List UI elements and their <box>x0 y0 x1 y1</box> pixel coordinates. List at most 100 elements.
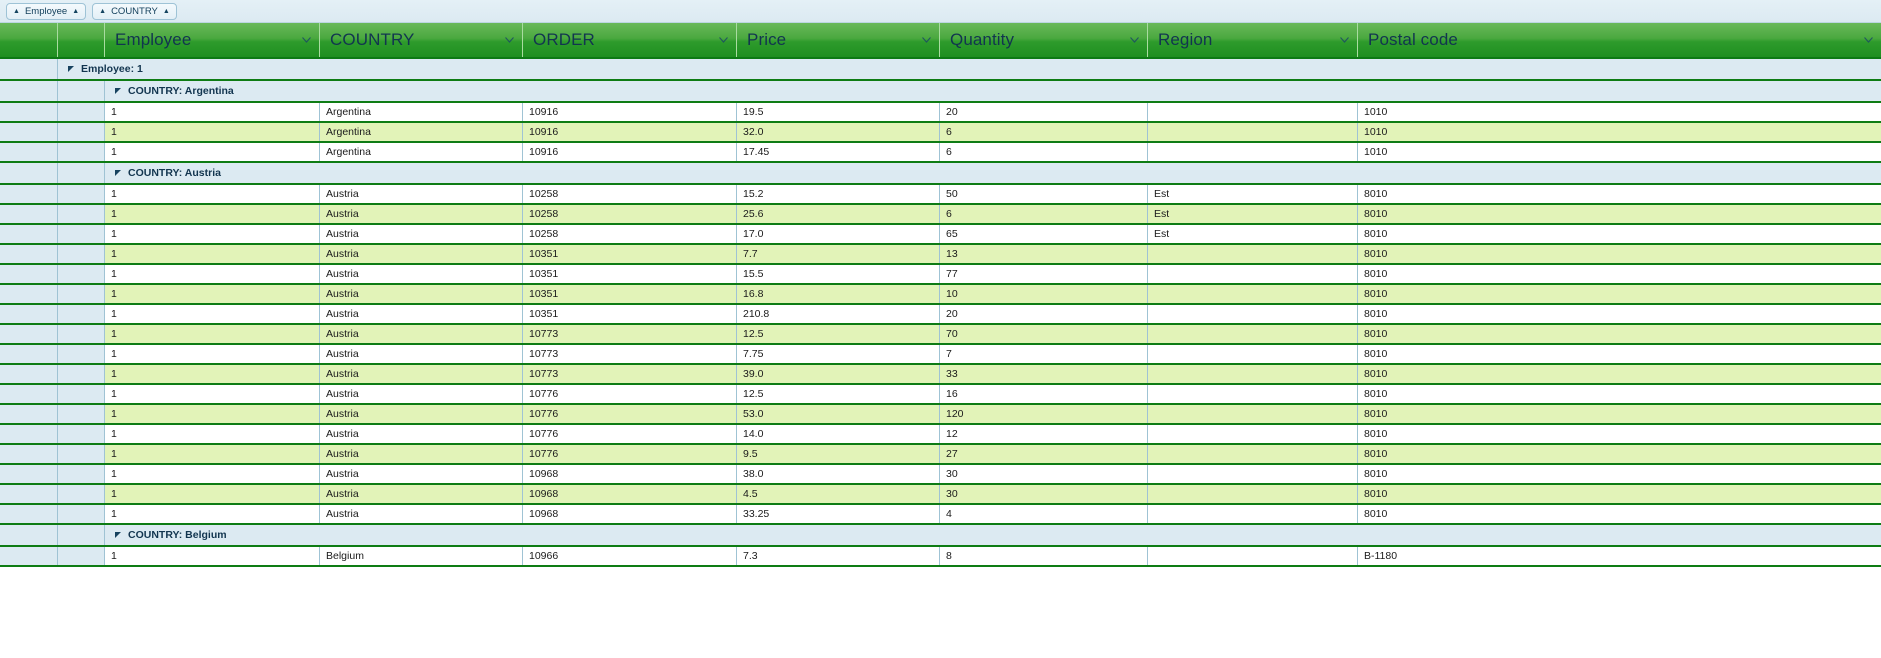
table-cell-employee: 1 <box>105 547 320 565</box>
table-row[interactable]: 1 Austria 10773 7.75 7 8010 <box>0 345 1881 365</box>
table-row[interactable]: 1 Austria 10968 38.0 30 8010 <box>0 465 1881 485</box>
table-cell-employee: 1 <box>105 505 320 523</box>
table-cell-employee: 1 <box>105 123 320 141</box>
table-cell-postal_code: 8010 <box>1358 465 1881 483</box>
table-row[interactable]: 1 Austria 10351 7.7 13 8010 <box>0 245 1881 265</box>
row-indent-cell <box>58 425 105 443</box>
table-row[interactable]: 1 Austria 10776 9.5 27 8010 <box>0 445 1881 465</box>
table-row[interactable]: 1 Austria 10776 14.0 12 8010 <box>0 425 1881 445</box>
group-header-row[interactable]: Employee: 1 <box>0 59 1881 81</box>
group-indent-cell <box>58 163 105 183</box>
table-cell-employee: 1 <box>105 465 320 483</box>
column-header-region[interactable]: Region <box>1148 23 1358 57</box>
table-cell-postal_code: B-1180 <box>1358 547 1881 565</box>
collapse-triangle-icon[interactable] <box>115 532 121 538</box>
table-row[interactable]: 1 Argentina 10916 17.45 6 1010 <box>0 143 1881 163</box>
table-cell-employee: 1 <box>105 425 320 443</box>
table-cell-quantity: 8 <box>940 547 1148 565</box>
table-cell-country: Austria <box>320 245 523 263</box>
chevron-down-icon[interactable] <box>1130 37 1139 43</box>
table-cell-country: Austria <box>320 225 523 243</box>
chevron-down-icon[interactable] <box>505 37 514 43</box>
table-cell-postal_code: 8010 <box>1358 485 1881 503</box>
table-cell-country: Austria <box>320 345 523 363</box>
table-cell-region <box>1148 505 1358 523</box>
table-row[interactable]: 1 Austria 10351 210.8 20 8010 <box>0 305 1881 325</box>
column-header-label: COUNTRY <box>330 30 415 49</box>
table-row[interactable]: 1 Austria 10776 12.5 16 8010 <box>0 385 1881 405</box>
column-header-postal_code[interactable]: Postal code <box>1358 23 1881 57</box>
table-cell-price: 7.7 <box>737 245 940 263</box>
table-cell-region: Est <box>1148 225 1358 243</box>
column-header-order[interactable]: ORDER <box>523 23 737 57</box>
table-cell-price: 4.5 <box>737 485 940 503</box>
group-header-row[interactable]: COUNTRY: Argentina <box>0 81 1881 103</box>
table-cell-postal_code: 8010 <box>1358 305 1881 323</box>
table-cell-region <box>1148 265 1358 283</box>
collapse-triangle-icon[interactable] <box>68 66 74 72</box>
table-cell-country: Austria <box>320 425 523 443</box>
sort-asc-icon[interactable]: ▲ <box>13 8 20 15</box>
chevron-down-icon[interactable] <box>922 37 931 43</box>
table-row[interactable]: 1 Austria 10258 17.0 65 Est 8010 <box>0 225 1881 245</box>
table-row[interactable]: 1 Austria 10968 4.5 30 8010 <box>0 485 1881 505</box>
chevron-down-icon[interactable] <box>1864 37 1873 43</box>
table-row[interactable]: 1 Austria 10351 15.5 77 8010 <box>0 265 1881 285</box>
column-header-quantity[interactable]: Quantity <box>940 23 1148 57</box>
sort-asc-icon[interactable]: ▲ <box>72 8 79 15</box>
column-header-gutter-0[interactable] <box>0 23 58 57</box>
sort-asc-icon[interactable]: ▲ <box>99 8 106 15</box>
table-cell-country: Argentina <box>320 143 523 161</box>
table-cell-postal_code: 8010 <box>1358 185 1881 203</box>
row-indent-cell <box>0 185 58 203</box>
table-cell-employee: 1 <box>105 345 320 363</box>
table-row[interactable]: 1 Austria 10258 15.2 50 Est 8010 <box>0 185 1881 205</box>
table-cell-order: 10258 <box>523 185 737 203</box>
chevron-down-icon[interactable] <box>1340 37 1349 43</box>
table-row[interactable]: 1 Belgium 10966 7.3 8 B-1180 <box>0 547 1881 567</box>
group-by-chip-country[interactable]: ▲ COUNTRY ▲ <box>92 2 177 20</box>
group-header-toggle[interactable]: COUNTRY: Belgium <box>105 525 1881 545</box>
table-row[interactable]: 1 Austria 10968 33.25 4 8010 <box>0 505 1881 525</box>
table-cell-order: 10966 <box>523 547 737 565</box>
table-cell-price: 17.45 <box>737 143 940 161</box>
data-grid: Employee COUNTRY ORDER Price Quantity Region P… <box>0 23 1881 658</box>
sort-asc-icon[interactable]: ▲ <box>163 8 170 15</box>
column-header-country[interactable]: COUNTRY <box>320 23 523 57</box>
table-cell-region <box>1148 325 1358 343</box>
table-row[interactable]: 1 Argentina 10916 32.0 6 1010 <box>0 123 1881 143</box>
group-header-toggle[interactable]: Employee: 1 <box>58 59 1881 79</box>
table-row[interactable]: 1 Austria 10773 39.0 33 8010 <box>0 365 1881 385</box>
table-row[interactable]: 1 Austria 10776 53.0 120 8010 <box>0 405 1881 425</box>
table-cell-quantity: 33 <box>940 365 1148 383</box>
column-header-employee[interactable]: Employee <box>105 23 320 57</box>
table-cell-order: 10776 <box>523 425 737 443</box>
collapse-triangle-icon[interactable] <box>115 88 121 94</box>
chevron-down-icon[interactable] <box>302 37 311 43</box>
table-cell-order: 10351 <box>523 265 737 283</box>
row-indent-cell <box>58 225 105 243</box>
column-header-gutter-1[interactable] <box>58 23 105 57</box>
table-cell-country: Austria <box>320 285 523 303</box>
table-cell-order: 10351 <box>523 285 737 303</box>
table-row[interactable]: 1 Austria 10258 25.6 6 Est 8010 <box>0 205 1881 225</box>
table-cell-region <box>1148 405 1358 423</box>
collapse-triangle-icon[interactable] <box>115 170 121 176</box>
table-cell-price: 15.5 <box>737 265 940 283</box>
column-header-price[interactable]: Price <box>737 23 940 57</box>
group-header-toggle[interactable]: COUNTRY: Argentina <box>105 81 1881 101</box>
table-row[interactable]: 1 Austria 10773 12.5 70 8010 <box>0 325 1881 345</box>
chevron-down-icon[interactable] <box>719 37 728 43</box>
table-cell-order: 10916 <box>523 103 737 121</box>
group-indent-cell <box>58 525 105 545</box>
table-cell-region: Est <box>1148 205 1358 223</box>
table-cell-quantity: 6 <box>940 123 1148 141</box>
table-cell-country: Austria <box>320 185 523 203</box>
group-header-row[interactable]: COUNTRY: Belgium <box>0 525 1881 547</box>
table-row[interactable]: 1 Austria 10351 16.8 10 8010 <box>0 285 1881 305</box>
table-row[interactable]: 1 Argentina 10916 19.5 20 1010 <box>0 103 1881 123</box>
row-indent-cell <box>0 547 58 565</box>
group-header-toggle[interactable]: COUNTRY: Austria <box>105 163 1881 183</box>
group-header-row[interactable]: COUNTRY: Austria <box>0 163 1881 185</box>
group-by-chip-employee[interactable]: ▲ Employee ▲ <box>6 2 87 20</box>
